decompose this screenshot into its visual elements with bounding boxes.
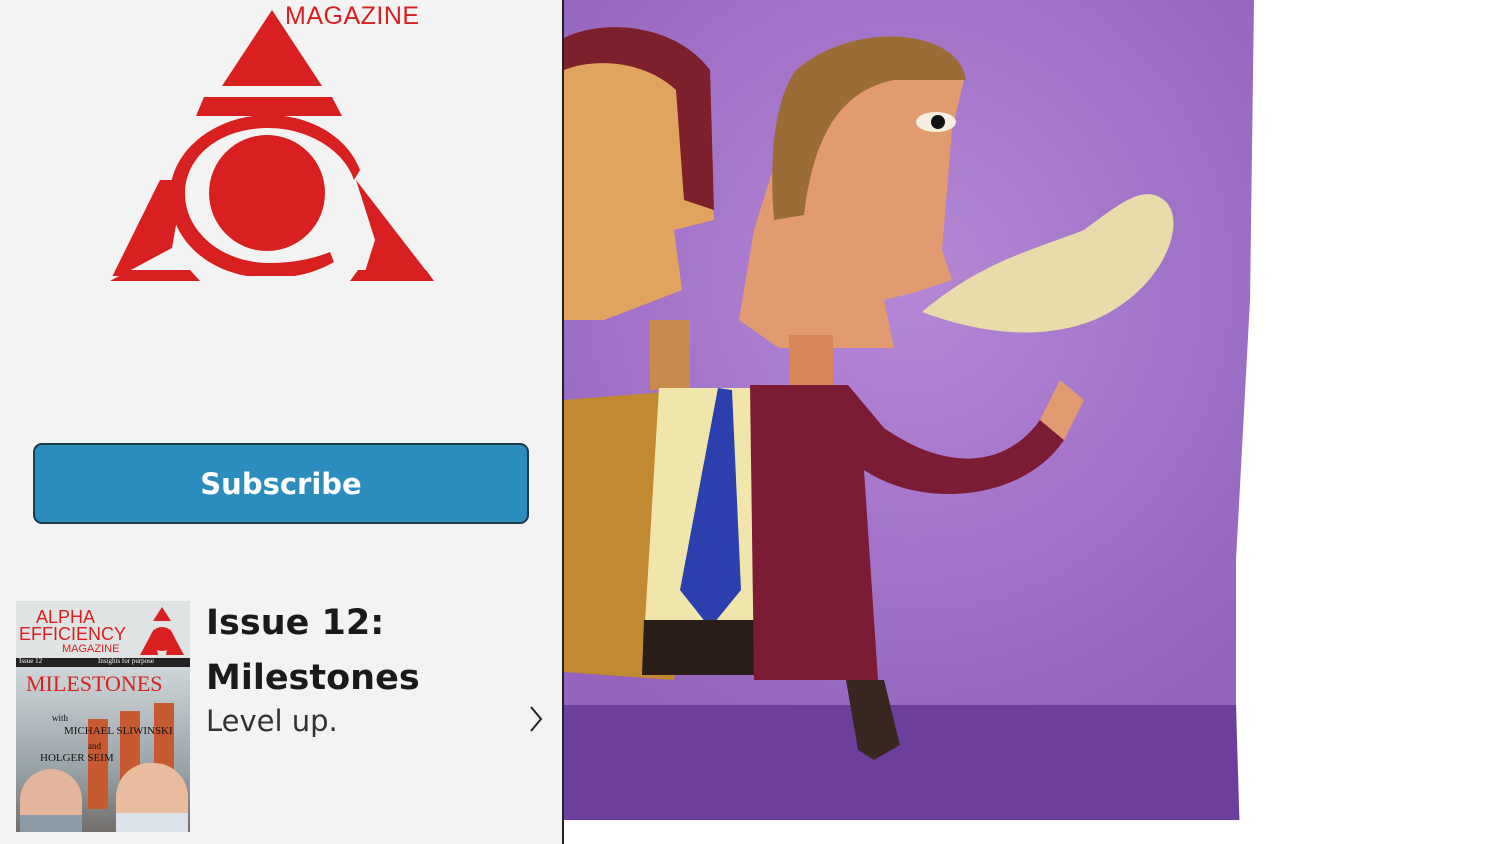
cover-tagline: Insights for purpose (98, 657, 154, 665)
subscribe-button[interactable]: Subscribe (33, 443, 529, 524)
issue-title: Issue 12: Milestones (206, 596, 536, 706)
issue-title-line-2: Milestones (206, 658, 420, 698)
cover-and: and (88, 741, 101, 751)
cover-magazine: MAGAZINE (62, 643, 120, 655)
cover-logo-icon (140, 607, 184, 655)
issue-list-item[interactable]: ALPHA EFFICIENCY MAGAZINE Issue 12 Insig… (0, 596, 562, 844)
cover-issue-number: Issue 12 (19, 657, 43, 665)
illustration-two-businessmen-speech-bubble-icon (564, 0, 1500, 844)
cover-portrait-left-shirt (20, 815, 82, 832)
cover-efficiency: EFFICIENCY (19, 624, 127, 644)
issue-cover-thumbnail: ALPHA EFFICIENCY MAGAZINE Issue 12 Insig… (16, 601, 190, 832)
cover-name-1: MICHAEL SLIWINSKI (64, 725, 173, 737)
alpha-efficiency-logo-icon (100, 10, 440, 286)
cover-headline: MILESTONES (26, 671, 163, 696)
issue-illustration-panel (564, 0, 1500, 844)
cover-with: with (52, 713, 69, 723)
cover-portrait-right-shirt (116, 813, 188, 832)
issue-subtitle: Level up. (206, 704, 338, 738)
chevron-right-icon[interactable] (526, 704, 546, 734)
issue-title-line-1: Issue 12: (206, 603, 385, 643)
sidebar-panel: MAGAZINE Subscribe ALPHA EFFICIENCY MAGA… (0, 0, 562, 844)
cover-name-2: HOLGER SEIM (40, 752, 114, 764)
